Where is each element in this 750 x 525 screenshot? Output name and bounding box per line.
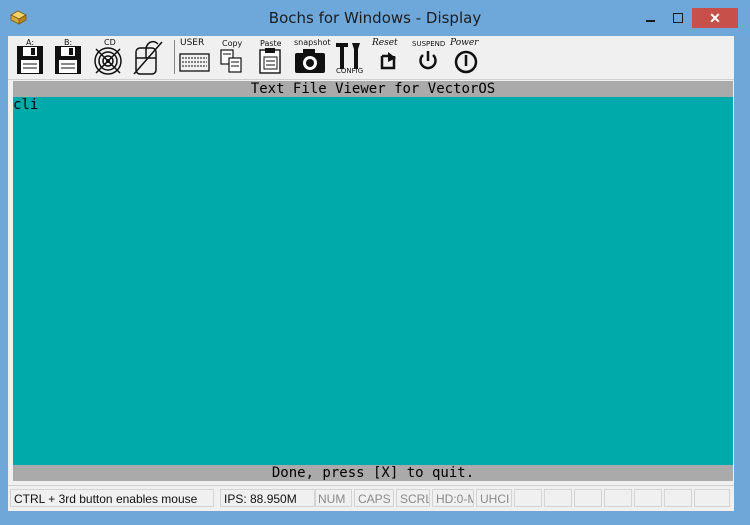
status-slot-empty-4 — [604, 489, 632, 507]
status-slot-empty-2 — [544, 489, 572, 507]
hd-activity-indicator: HD:0-M — [432, 489, 474, 507]
floppy-a-button[interactable]: A: — [14, 38, 46, 76]
paste-button[interactable]: Paste — [256, 38, 286, 76]
ips-status: IPS: 88.950M — [220, 489, 316, 507]
reset-icon — [380, 52, 396, 70]
keyboard-icon — [179, 53, 210, 72]
client-area: A: B: CD USER Copy Paste snapshot CONFIG… — [8, 36, 734, 511]
mouse-icon — [133, 40, 163, 75]
num-lock-indicator: NUM — [314, 489, 352, 507]
maximize-icon — [673, 13, 683, 23]
status-bar: CTRL + 3rd button enables mouse IPS: 88.… — [8, 485, 734, 510]
uhci-indicator: UHCI — [476, 489, 512, 507]
minimize-icon — [646, 20, 655, 22]
status-slot-empty-3 — [574, 489, 602, 507]
copy-button[interactable]: Copy — [218, 38, 246, 76]
viewer-footer-bar: Done, press [X] to quit. — [13, 465, 733, 481]
floppy-b-button[interactable]: B: — [52, 38, 84, 76]
mouse-button[interactable] — [132, 38, 164, 76]
close-button[interactable]: ✕ — [692, 8, 738, 28]
status-slot-empty-5 — [634, 489, 662, 507]
mouse-hint-status: CTRL + 3rd button enables mouse — [10, 489, 214, 507]
bochs-window: Bochs for Windows - Display ✕ A: B: CD U… — [0, 0, 750, 525]
scroll-lock-indicator: SCRL — [396, 489, 430, 507]
status-slot-empty-7 — [694, 489, 730, 507]
user-button[interactable]: USER — [178, 38, 212, 76]
config-label: CONFIG — [336, 67, 364, 75]
toolbar: A: B: CD USER Copy Paste snapshot CONFIG… — [8, 36, 734, 80]
caps-lock-indicator: CAPS — [354, 489, 394, 507]
power-button[interactable]: Power — [450, 38, 484, 76]
snapshot-button[interactable]: snapshot — [292, 38, 331, 76]
floppy-icon — [17, 46, 43, 74]
copy-icon — [220, 49, 242, 73]
title-bar[interactable]: Bochs for Windows - Display ✕ — [0, 0, 750, 36]
minimize-button[interactable] — [636, 8, 664, 28]
file-content: cli — [13, 97, 39, 113]
maximize-button[interactable] — [664, 8, 692, 28]
suspend-icon — [419, 51, 437, 70]
power-icon — [454, 50, 478, 74]
cdrom-icon — [94, 47, 122, 75]
toolbar-separator — [174, 40, 175, 74]
vga-display[interactable]: Text File Viewer for VectorOS cli Done, … — [13, 81, 733, 481]
status-slot-empty-6 — [664, 489, 692, 507]
cdrom-button[interactable]: CD — [92, 38, 126, 76]
reset-button[interactable]: Reset — [372, 38, 404, 76]
close-icon: ✕ — [709, 10, 721, 26]
floppy-icon — [55, 46, 81, 74]
suspend-button[interactable]: SUSPEND — [410, 38, 446, 76]
status-slot-empty-1 — [514, 489, 542, 507]
config-button[interactable]: CONFIG — [334, 38, 364, 76]
viewer-header-bar: Text File Viewer for VectorOS — [13, 81, 733, 97]
camera-icon — [295, 49, 325, 73]
paste-icon — [259, 48, 281, 74]
